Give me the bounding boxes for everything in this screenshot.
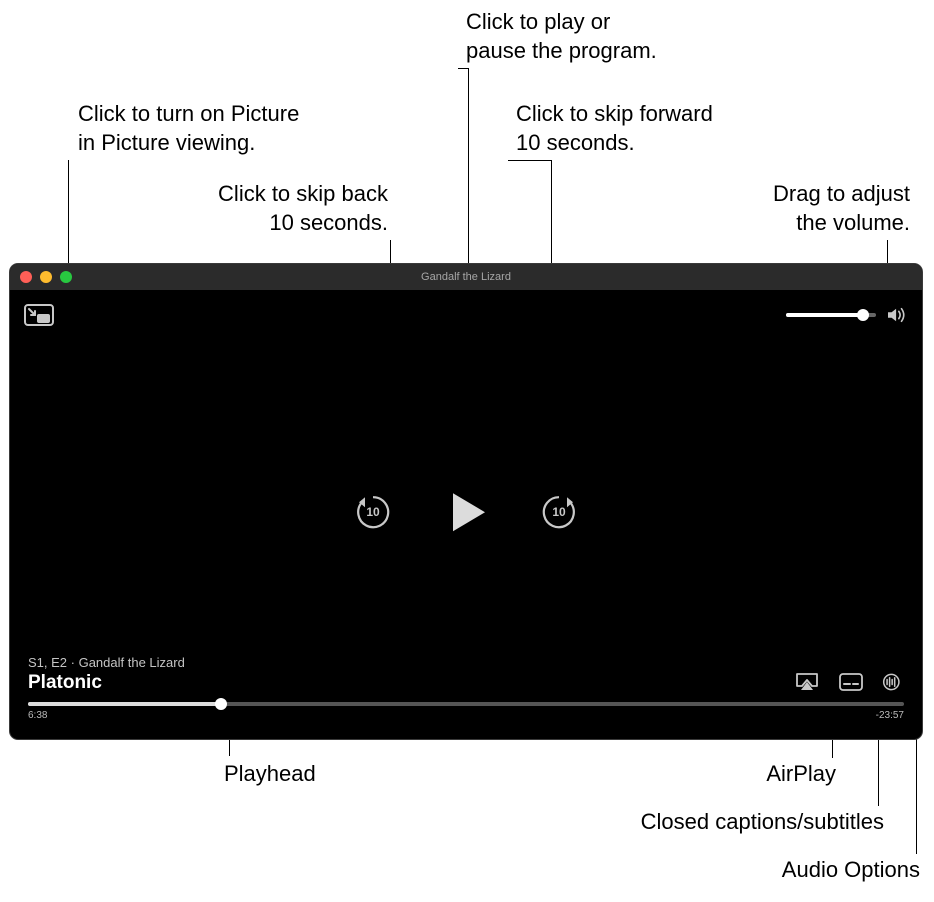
playhead[interactable] — [215, 698, 227, 710]
video-player-window: Gandalf the Lizard — [10, 264, 922, 739]
audio-options-button[interactable] — [882, 672, 904, 692]
callout-airplay: AirPlay — [766, 760, 836, 789]
callout-volume: Drag to adjust the volume. — [773, 180, 910, 237]
playback-info-bar: S1, E2 · Gandalf the Lizard Platonic — [10, 655, 922, 739]
callout-playhead: Playhead — [224, 760, 316, 789]
show-title: Platonic — [28, 672, 185, 694]
skip-back-button[interactable]: 10 — [353, 492, 393, 532]
video-area: 10 10 S1, E2 · Gandalf the Lizard Pl — [10, 290, 922, 739]
skip-forward-button[interactable]: 10 — [539, 492, 579, 532]
picture-in-picture-button[interactable] — [24, 304, 54, 326]
airplay-button[interactable] — [794, 672, 820, 692]
volume-slider-fill — [786, 313, 863, 317]
scrubber-track[interactable] — [28, 702, 904, 706]
time-elapsed: 6:38 — [28, 710, 47, 721]
picture-in-picture-icon — [24, 304, 54, 326]
callout-audio-options: Audio Options — [782, 856, 920, 885]
time-remaining: -23:57 — [876, 710, 904, 721]
playback-option-icons — [794, 672, 904, 694]
playback-controls: 10 10 — [353, 484, 579, 540]
callout-play-pause: Click to play or pause the program. — [466, 8, 657, 65]
scrubber-fill — [28, 702, 221, 706]
episode-meta: S1, E2 · Gandalf the Lizard — [28, 655, 185, 670]
play-pause-button[interactable] — [438, 484, 494, 540]
volume-slider-knob[interactable] — [857, 309, 869, 321]
callout-pip: Click to turn on Picture in Picture view… — [78, 100, 299, 157]
volume-control — [786, 306, 908, 324]
callout-skip-back: Click to skip back 10 seconds. — [218, 180, 388, 237]
volume-slider[interactable] — [786, 313, 876, 317]
callout-captions: Closed captions/subtitles — [641, 808, 884, 837]
window-title: Gandalf the Lizard — [10, 271, 922, 283]
captions-button[interactable] — [838, 672, 864, 692]
skip-forward-seconds: 10 — [539, 505, 579, 519]
volume-icon — [886, 306, 908, 324]
play-icon — [441, 487, 491, 537]
skip-back-seconds: 10 — [353, 505, 393, 519]
window-titlebar: Gandalf the Lizard — [10, 264, 922, 290]
callout-skip-forward: Click to skip forward 10 seconds. — [516, 100, 713, 157]
